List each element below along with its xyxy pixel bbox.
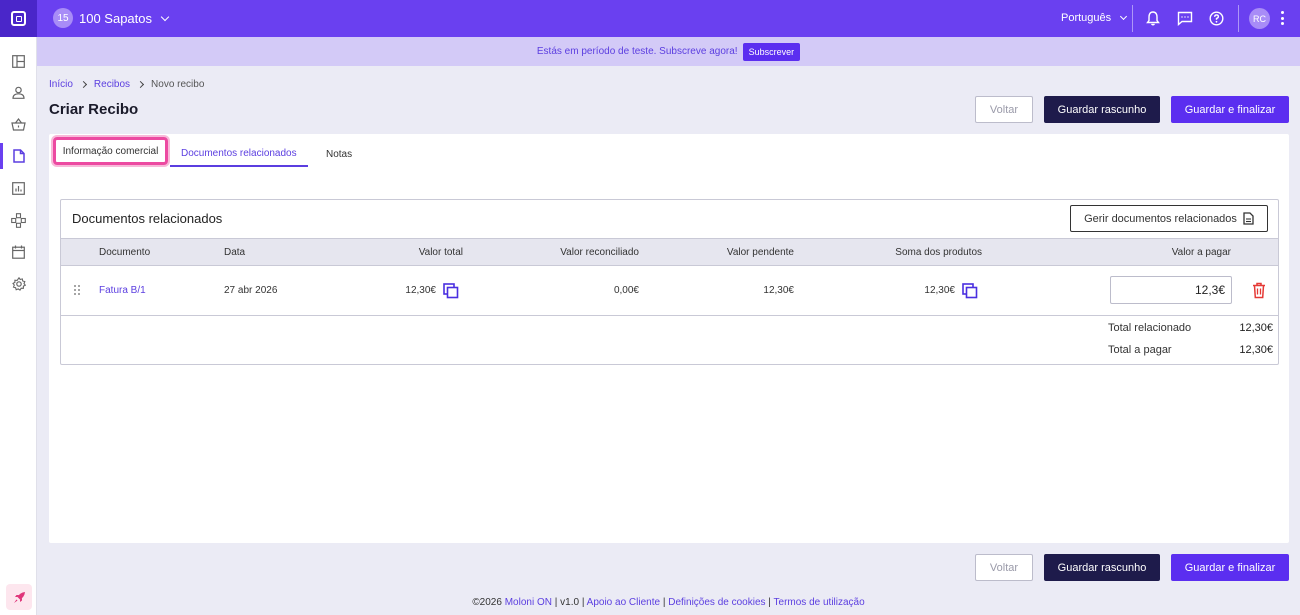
reports-icon[interactable] xyxy=(0,175,37,201)
copy-products-sum-icon[interactable] xyxy=(962,283,978,299)
user-icon[interactable] xyxy=(0,79,37,105)
breadcrumb-receipts[interactable]: Recibos xyxy=(94,79,130,90)
total-to-pay-label: Total a pagar xyxy=(1108,344,1172,356)
save-finalize-button[interactable]: Guardar e finalizar xyxy=(1171,96,1289,123)
company-selector[interactable]: 15 100 Sapatos xyxy=(53,8,170,28)
breadcrumb-current: Novo recibo xyxy=(151,79,205,90)
footer-cookies-link[interactable]: Definições de cookies xyxy=(668,597,765,608)
settings-gear-icon[interactable] xyxy=(0,271,37,297)
save-draft-button-bottom[interactable]: Guardar rascunho xyxy=(1044,554,1160,581)
document-icon[interactable] xyxy=(0,143,37,169)
logo-icon xyxy=(11,11,26,26)
help-icon[interactable] xyxy=(1207,9,1226,28)
copy-total-icon[interactable] xyxy=(443,283,459,299)
table-row: Fatura B/1 27 abr 2026 12,30€ 0,00€ 12,3… xyxy=(61,266,1278,316)
column-header: Soma dos produtos xyxy=(895,247,982,258)
back-button[interactable]: Voltar xyxy=(975,96,1033,123)
sidebar xyxy=(0,37,37,615)
footer-copyright: ©2026 xyxy=(472,597,502,608)
integrations-icon[interactable] xyxy=(0,207,37,233)
save-draft-button[interactable]: Guardar rascunho xyxy=(1044,96,1160,123)
chevron-right-icon xyxy=(137,80,145,89)
company-name: 100 Sapatos xyxy=(79,10,153,26)
more-options-icon[interactable] xyxy=(1280,11,1284,25)
column-header: Data xyxy=(224,247,246,258)
footer-terms-link[interactable]: Termos de utilização xyxy=(774,597,865,608)
footer-brand-link[interactable]: Moloni ON xyxy=(505,597,552,608)
breadcrumb: Início Recibos Novo recibo xyxy=(49,79,204,90)
total-to-pay-value: 12,30€ xyxy=(1239,344,1273,356)
column-header: Valor a pagar xyxy=(1171,247,1231,258)
calendar-icon[interactable] xyxy=(0,239,37,265)
company-avatar: 15 xyxy=(53,8,73,28)
footer-separator: | xyxy=(768,597,771,608)
table-header: Documento Data Valor total Valor reconci… xyxy=(61,238,1278,266)
tab-related-documents[interactable]: Documentos relacionados xyxy=(170,142,308,167)
related-documents-title: Documentos relacionados xyxy=(72,211,223,226)
document-date: 27 abr 2026 xyxy=(224,285,278,296)
receipt-form-card: Informação comercial Documentos relacion… xyxy=(49,134,1289,543)
pending-value: 12,30€ xyxy=(763,285,794,296)
language-label: Português xyxy=(1061,12,1112,24)
footer-version: v1.0 xyxy=(560,597,580,608)
user-avatar[interactable]: RC xyxy=(1249,8,1270,29)
amount-to-pay-input[interactable] xyxy=(1110,276,1232,304)
language-selector[interactable]: Português xyxy=(1061,12,1128,24)
reconciled-value: 0,00€ xyxy=(613,285,639,296)
rocket-icon[interactable] xyxy=(6,584,32,610)
bell-icon[interactable] xyxy=(1143,9,1162,28)
tab-commercial-info[interactable]: Informação comercial xyxy=(53,137,168,165)
tab-notes[interactable]: Notas xyxy=(326,142,352,167)
top-bar: 15 100 Sapatos Português RC xyxy=(0,0,1300,37)
save-finalize-button-bottom[interactable]: Guardar e finalizar xyxy=(1171,554,1289,581)
footer-support-link[interactable]: Apoio ao Cliente xyxy=(587,597,660,608)
page-title: Criar Recibo xyxy=(49,101,139,118)
chevron-down-icon xyxy=(1120,12,1128,21)
dashboard-icon[interactable] xyxy=(0,48,37,74)
footer-separator: | xyxy=(662,597,666,608)
footer: ©2026 Moloni ON | v1.0 | Apoio ao Client… xyxy=(37,597,1300,608)
total-related-value: 12,30€ xyxy=(1239,322,1273,334)
basket-icon[interactable] xyxy=(0,111,37,137)
footer-separator: | xyxy=(554,597,558,608)
breadcrumb-home[interactable]: Início xyxy=(49,79,73,90)
trash-icon[interactable] xyxy=(1252,282,1266,299)
manage-related-documents-button[interactable]: Gerir documentos relacionados xyxy=(1070,205,1268,232)
divider xyxy=(1132,5,1133,32)
chevron-right-icon xyxy=(79,80,87,89)
app-logo[interactable] xyxy=(0,0,37,37)
document-icon xyxy=(1243,212,1254,225)
products-sum-value: 12,30€ xyxy=(924,285,955,296)
manage-related-documents-label: Gerir documentos relacionados xyxy=(1084,212,1237,225)
divider xyxy=(1238,5,1239,32)
column-header: Documento xyxy=(99,247,151,258)
column-header: Valor reconciliado xyxy=(560,247,639,258)
column-header: Valor pendente xyxy=(726,247,794,258)
trial-banner-text: Estás em período de teste. Subscreve ago… xyxy=(536,46,738,57)
related-documents-panel: Documentos relacionados Gerir documentos… xyxy=(60,199,1279,365)
total-value: 12,30€ xyxy=(405,285,436,296)
document-link[interactable]: Fatura B/1 xyxy=(99,285,146,296)
total-related-label: Total relacionado xyxy=(1108,322,1192,334)
messages-icon[interactable] xyxy=(1175,9,1194,28)
column-header: Valor total xyxy=(418,247,463,258)
back-button-bottom[interactable]: Voltar xyxy=(975,554,1033,581)
trial-banner: Estás em período de teste. Subscreve ago… xyxy=(37,37,1300,66)
footer-separator: | xyxy=(581,597,585,608)
subscribe-button[interactable]: Subscrever xyxy=(742,42,801,61)
drag-handle-icon[interactable] xyxy=(73,284,81,296)
chevron-down-icon xyxy=(160,12,170,21)
